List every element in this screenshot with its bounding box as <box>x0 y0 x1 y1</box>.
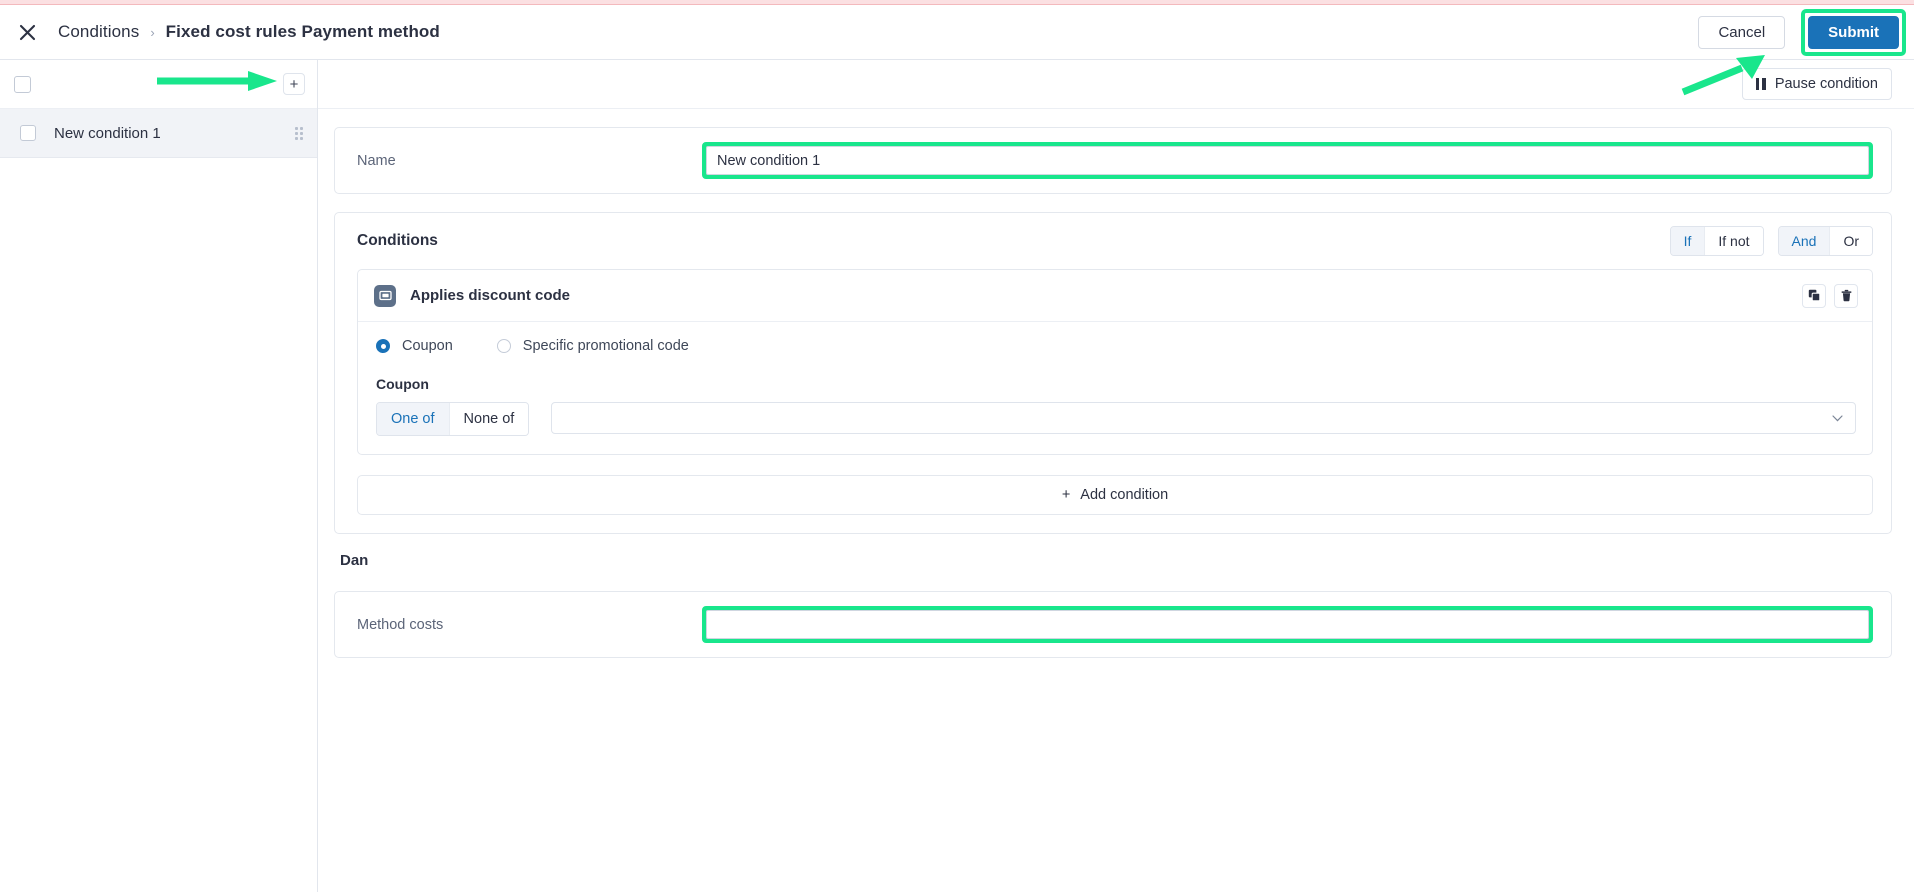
radio-specific-promotional-code-label: Specific promotional code <box>522 338 689 354</box>
breadcrumb: Conditions › Fixed cost rules Payment me… <box>58 22 440 42</box>
toggle-if-not[interactable]: If not <box>1704 227 1763 255</box>
breadcrumb-current: Fixed cost rules Payment method <box>165 22 440 41</box>
pause-icon <box>1755 78 1766 90</box>
pause-condition-button[interactable]: Pause condition <box>1741 68 1892 100</box>
chevron-down-icon <box>1832 411 1843 425</box>
match-toggle-group: One of None of <box>376 402 530 436</box>
submit-button[interactable]: Submit <box>1808 15 1899 49</box>
conditions-sidebar: + New condition 1 <box>0 60 318 892</box>
method-costs-label: Method costs <box>357 616 444 633</box>
close-icon[interactable] <box>10 15 44 49</box>
radio-coupon-label: Coupon <box>402 338 453 354</box>
cancel-button[interactable]: Cancel <box>1698 15 1786 49</box>
conditions-body: Applies discount code Coupon Specific pr… <box>335 269 1891 533</box>
sidebar-item-new-condition-1[interactable]: New condition 1 <box>0 109 317 158</box>
add-condition-icon-button[interactable]: + <box>283 73 305 95</box>
list-item-checkbox[interactable] <box>20 125 36 141</box>
condition-item-body: Coupon Specific promotional code Coupon <box>358 322 1872 454</box>
name-label: Name <box>357 152 396 169</box>
coupon-select-row: One of None of <box>376 402 1856 436</box>
conditions-toggle-groups: If If not And Or <box>1669 226 1873 256</box>
form-content: Name Conditions If If not And Or <box>318 109 1914 658</box>
dan-section-title: Dan <box>340 552 369 569</box>
method-costs-card: Method costs <box>334 591 1892 658</box>
radio-specific-promotional-code-dot <box>496 339 511 353</box>
trash-icon[interactable] <box>1834 283 1858 308</box>
pause-condition-label: Pause condition <box>1774 76 1878 92</box>
toggle-or[interactable]: Or <box>1829 227 1872 255</box>
coupon-sub-label: Coupon <box>376 376 429 392</box>
add-condition-label: Add condition <box>1080 487 1169 503</box>
sidebar-item-label: New condition 1 <box>54 124 161 142</box>
toggle-if[interactable]: If <box>1670 227 1705 255</box>
toggle-one-of[interactable]: One of <box>377 403 449 435</box>
main-toolbar: Pause condition <box>318 60 1914 109</box>
breadcrumb-separator-icon: › <box>150 24 155 40</box>
duplicate-icon[interactable] <box>1802 283 1826 308</box>
condition-item-header: Applies discount code <box>358 270 1872 322</box>
name-field-row: Name <box>335 128 1891 193</box>
header-actions: Cancel Submit <box>1698 8 1914 56</box>
condition-item-title: Applies discount code <box>410 287 571 304</box>
main-panel: Pause condition Name Conditions If If no… <box>318 60 1914 892</box>
method-costs-input-highlight <box>702 606 1873 643</box>
toggle-and[interactable]: And <box>1778 227 1830 255</box>
select-all-checkbox[interactable] <box>14 75 31 93</box>
coupon-select[interactable] <box>551 402 1856 434</box>
radio-specific-promotional-code[interactable]: Specific promotional code <box>496 338 689 354</box>
discount-type-radio-group: Coupon Specific promotional code <box>376 338 1856 354</box>
radio-coupon[interactable]: Coupon <box>376 338 453 354</box>
radio-coupon-dot <box>376 339 390 353</box>
name-input-highlight <box>702 142 1873 179</box>
toggle-none-of[interactable]: None of <box>448 403 529 435</box>
submit-button-highlight: Submit <box>1801 8 1906 56</box>
add-condition-button[interactable]: + Add condition <box>357 475 1873 515</box>
if-toggle-group: If If not <box>1669 226 1764 256</box>
method-costs-input[interactable] <box>706 610 1869 639</box>
conditions-header: Conditions If If not And Or <box>335 213 1891 269</box>
and-or-toggle-group: And Or <box>1777 226 1873 256</box>
method-costs-row: Method costs <box>335 592 1891 657</box>
coupon-ticket-icon <box>374 284 396 307</box>
condition-item-actions <box>1802 283 1858 308</box>
condition-item-applies-discount-code: Applies discount code Coupon Specific pr… <box>357 269 1873 455</box>
sidebar-toolbar: + <box>0 60 317 109</box>
conditions-card: Conditions If If not And Or Applies disc… <box>334 212 1892 534</box>
drag-handle-icon[interactable] <box>295 126 303 140</box>
app-header: Conditions › Fixed cost rules Payment me… <box>0 5 1914 60</box>
name-card: Name <box>334 127 1892 194</box>
add-condition-plus-icon: + <box>1061 487 1071 503</box>
breadcrumb-root[interactable]: Conditions <box>58 22 139 42</box>
name-input[interactable] <box>706 146 1869 175</box>
conditions-title: Conditions <box>357 232 438 249</box>
